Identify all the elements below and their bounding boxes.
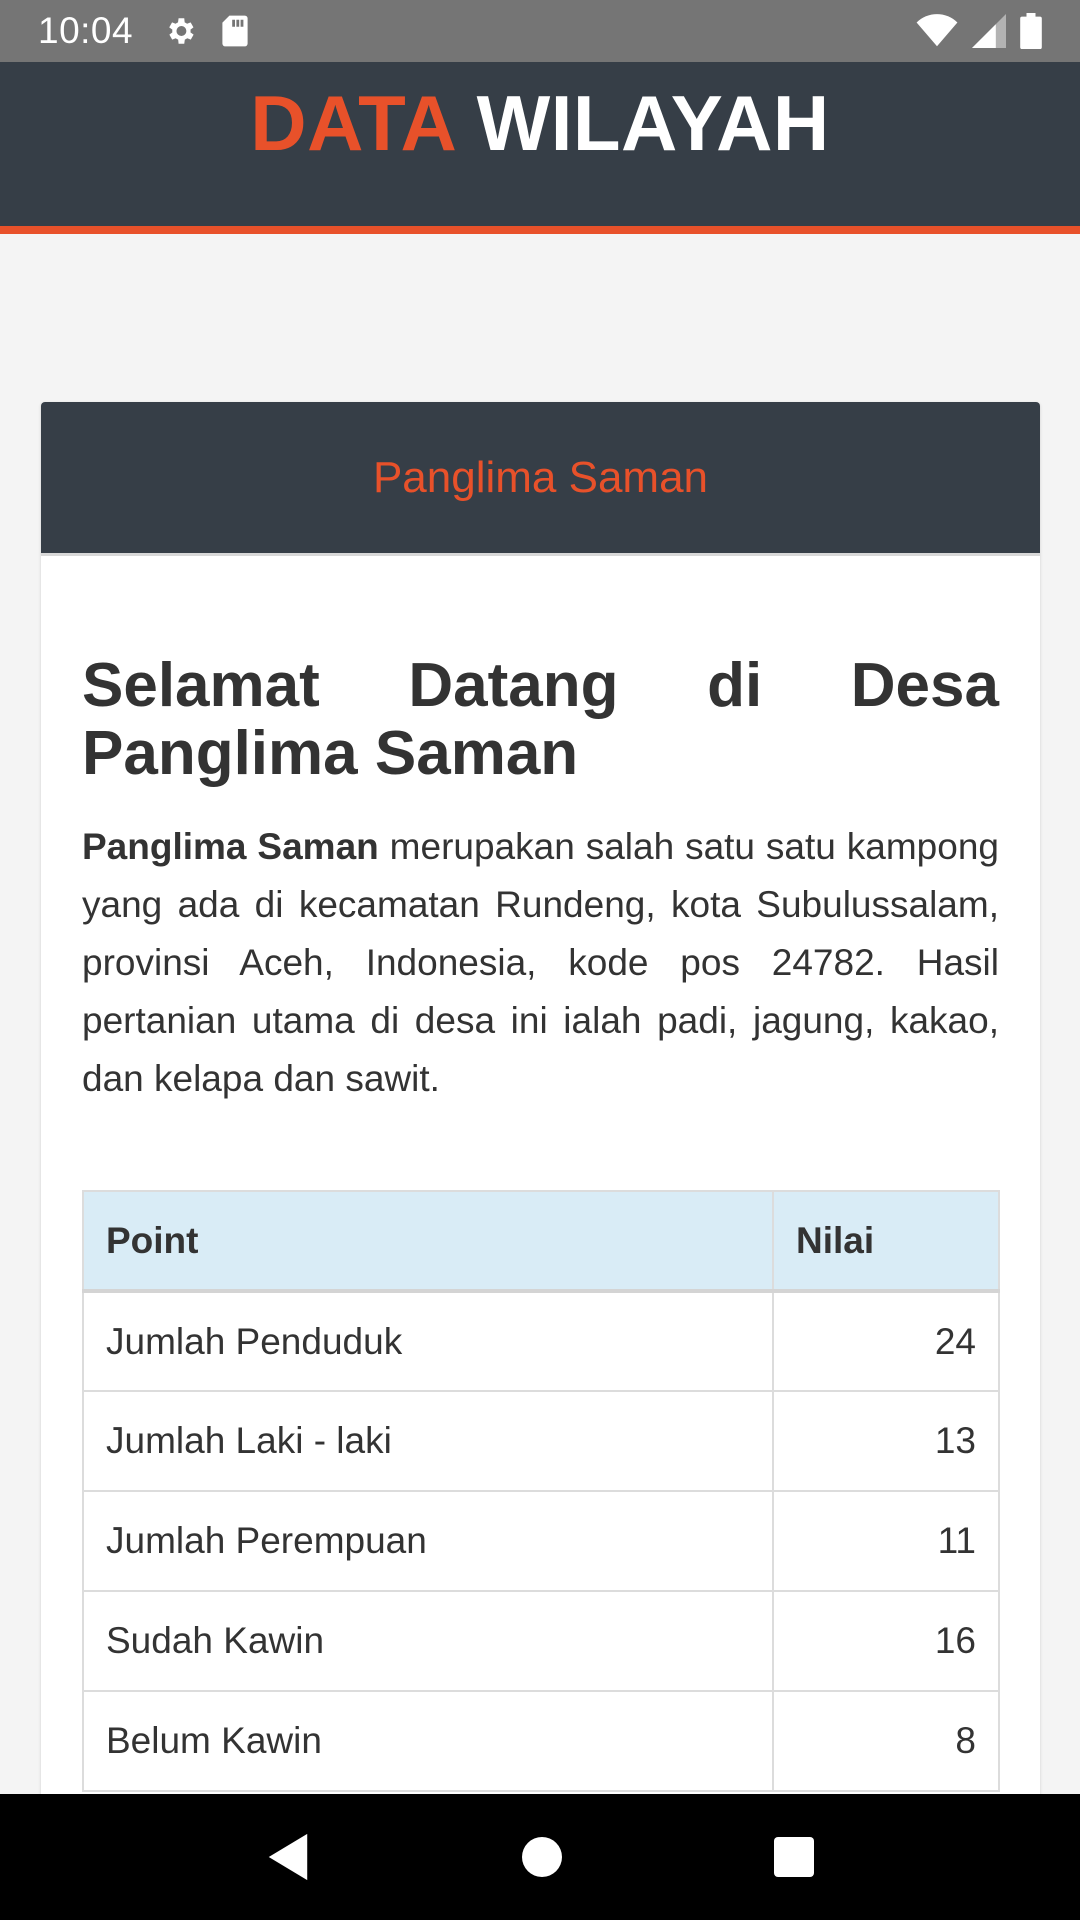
row-nilai: 11	[772, 1490, 1000, 1592]
statistics-table: Point Nilai Jumlah Penduduk 24 Jumlah La…	[82, 1190, 1000, 1792]
table-row: Belum Kawin 8	[82, 1690, 1000, 1792]
app-title-rest: WILAYAH	[476, 79, 830, 167]
card-title: Panglima Saman	[372, 452, 709, 502]
row-nilai: 24	[772, 1290, 1000, 1392]
app-title-accent: DATA	[250, 79, 455, 167]
row-point: Jumlah Perempuan	[82, 1490, 774, 1592]
status-left-icons	[163, 14, 249, 48]
home-icon[interactable]	[522, 1837, 562, 1877]
sd-card-icon	[222, 15, 248, 47]
row-point: Belum Kawin	[82, 1690, 774, 1792]
row-point: Jumlah Laki - laki	[82, 1390, 774, 1492]
recents-icon[interactable]	[774, 1837, 814, 1877]
row-point: Sudah Kawin	[82, 1590, 774, 1692]
table-row: Jumlah Penduduk 24	[82, 1290, 1000, 1392]
village-description: Panglima Saman merupakan salah satu satu…	[82, 818, 999, 1108]
card-header: Panglima Saman	[41, 402, 1040, 556]
table-header-nilai: Nilai	[772, 1190, 1000, 1293]
card-body: Selamat Datang di Desa Panglima Saman Pa…	[41, 652, 1040, 1792]
row-point: Jumlah Penduduk	[82, 1290, 774, 1392]
app-title: DATA WILAYAH	[0, 62, 1080, 170]
status-bar: 10:04	[0, 0, 1080, 62]
wifi-icon	[916, 14, 958, 47]
signal-icon	[972, 14, 1006, 48]
battery-icon	[1020, 13, 1042, 49]
table-header-row: Point Nilai	[82, 1190, 1000, 1293]
table-row: Jumlah Laki - laki 13	[82, 1390, 1000, 1492]
navigation-bar	[0, 1794, 1080, 1920]
table-row: Jumlah Perempuan 11	[82, 1490, 1000, 1592]
description-village-name: Panglima Saman	[82, 826, 379, 867]
app-header: DATA WILAYAH	[0, 62, 1080, 234]
row-nilai: 8	[772, 1690, 1000, 1792]
row-nilai: 16	[772, 1590, 1000, 1692]
content-area[interactable]: Panglima Saman Selamat Datang di Desa Pa…	[0, 242, 1080, 1794]
status-time: 10:04	[38, 10, 134, 51]
status-right-icons	[916, 13, 1042, 49]
village-card: Panglima Saman Selamat Datang di Desa Pa…	[41, 402, 1040, 1794]
table-row: Sudah Kawin 16	[82, 1590, 1000, 1692]
gear-icon	[169, 18, 194, 44]
table-header-point: Point	[82, 1190, 774, 1293]
back-icon[interactable]	[266, 1832, 310, 1882]
welcome-heading: Selamat Datang di Desa Panglima Saman	[82, 651, 999, 788]
row-nilai: 13	[772, 1390, 1000, 1492]
